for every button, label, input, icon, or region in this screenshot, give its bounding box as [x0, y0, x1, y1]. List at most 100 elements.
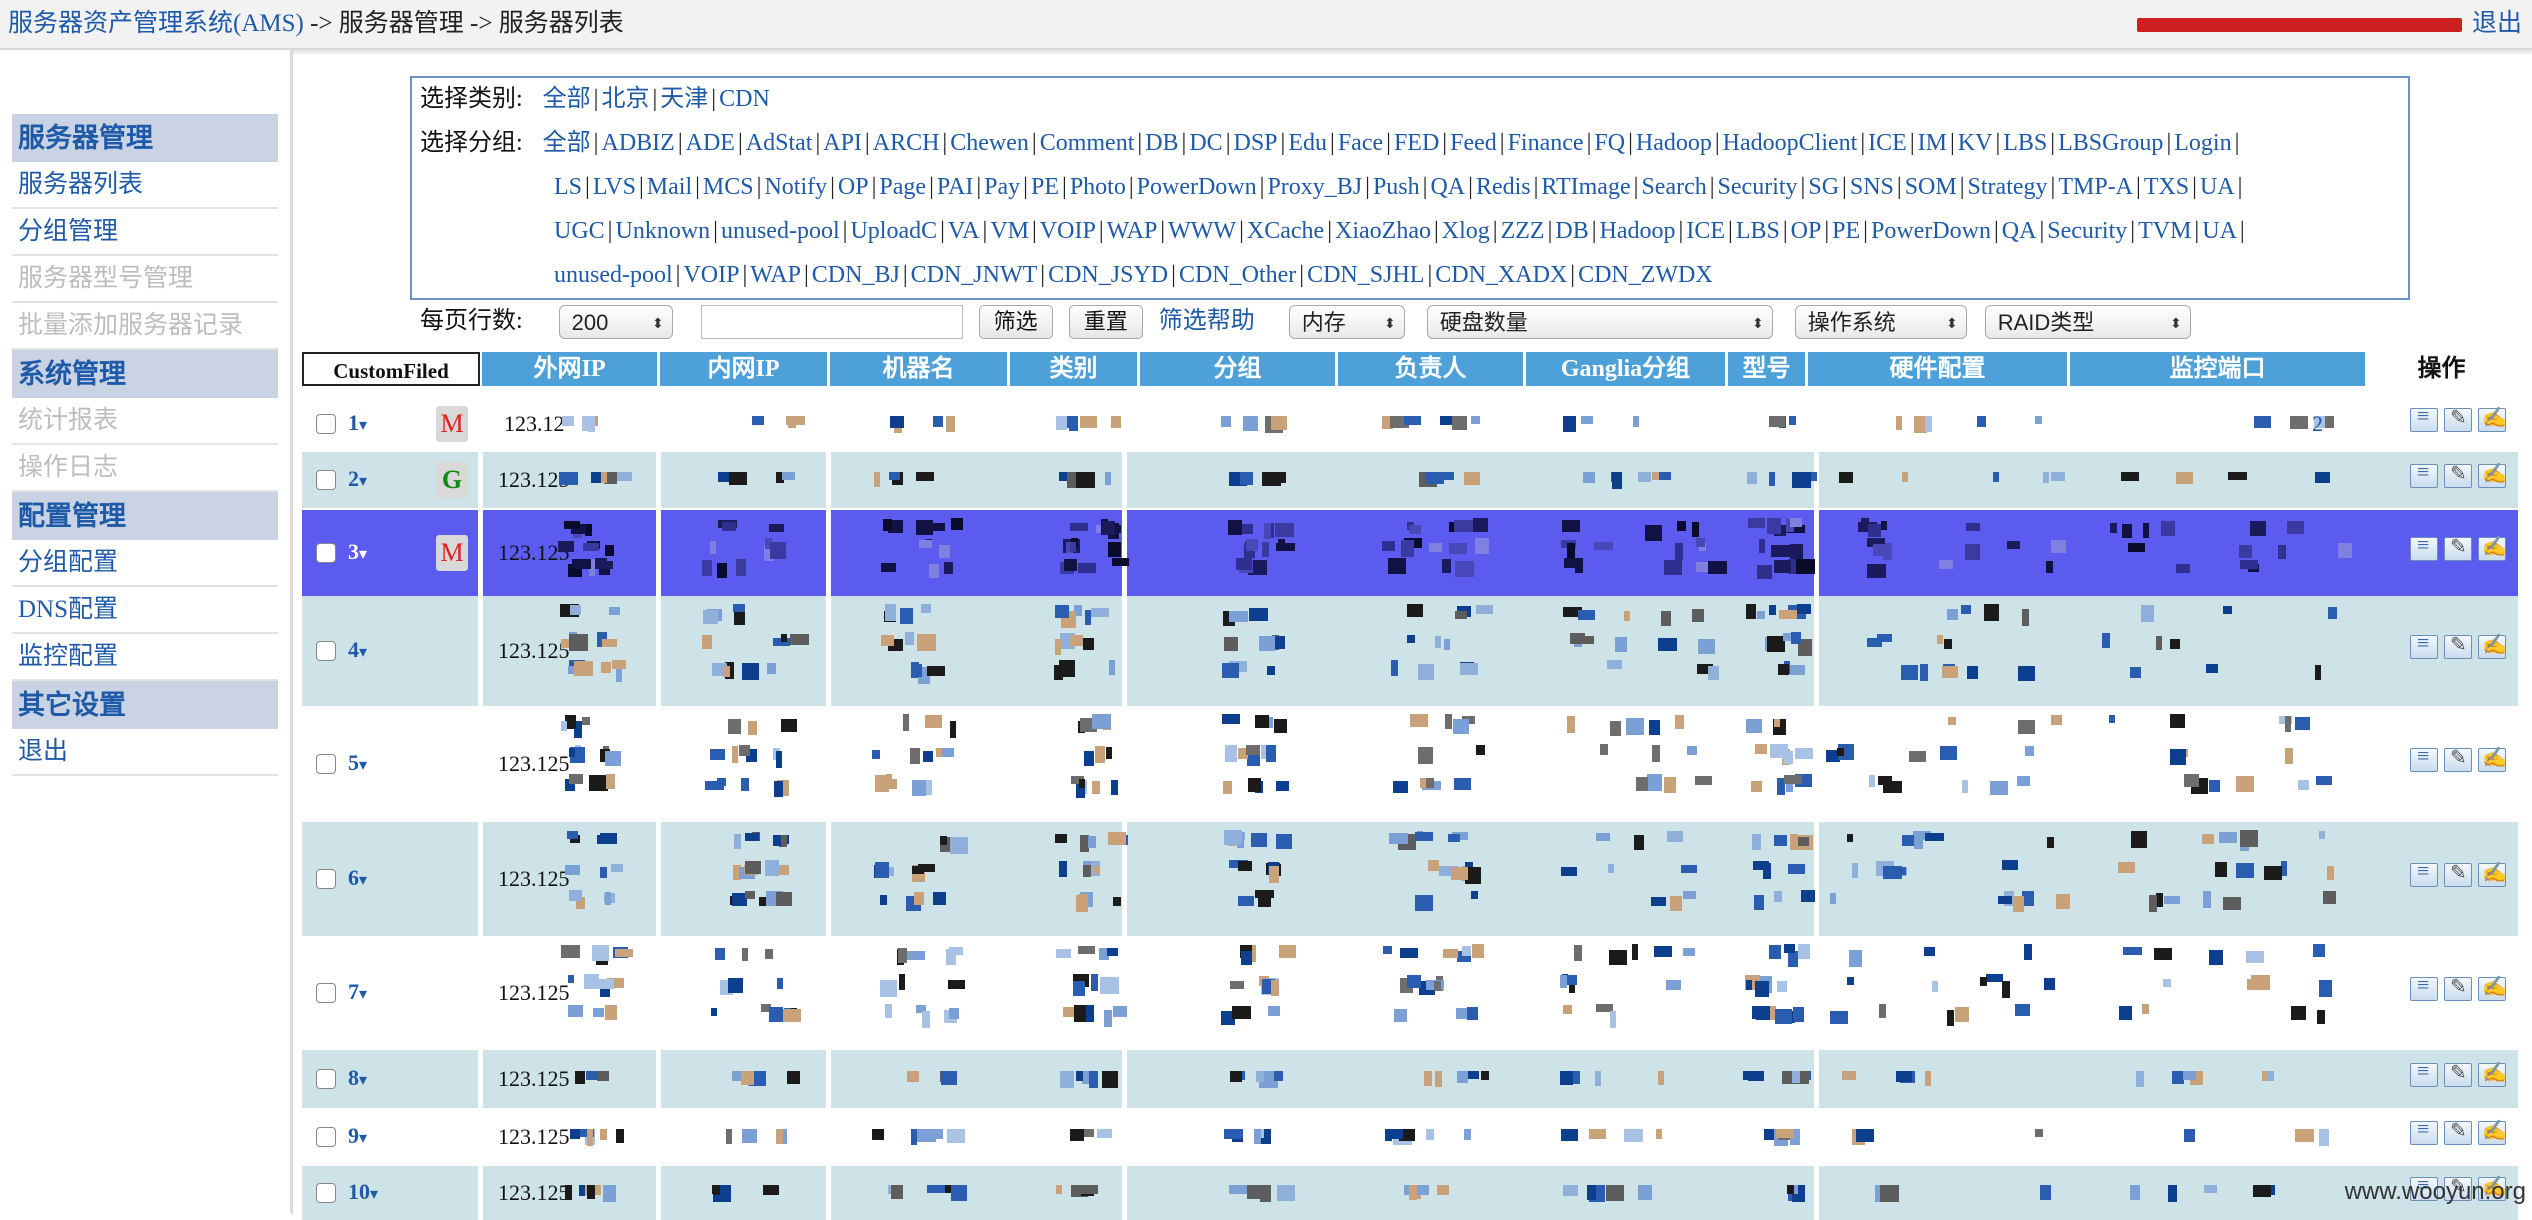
sidebar-item[interactable]: 分组配置 [12, 540, 278, 587]
column-header[interactable]: 硬件配置 [1808, 352, 2070, 386]
note-icon[interactable] [2478, 745, 2507, 772]
group-link[interactable]: Edu [1288, 130, 1327, 156]
group-link[interactable]: KV [1958, 130, 1993, 156]
group-link[interactable]: API [823, 130, 862, 156]
note-icon[interactable] [2478, 974, 2507, 1001]
group-link[interactable]: CDN_Other [1179, 262, 1296, 288]
group-link[interactable]: Xlog [1442, 218, 1490, 244]
group-link[interactable]: ICE [1868, 130, 1907, 156]
group-link[interactable]: QA [1430, 174, 1465, 200]
group-link[interactable]: Security [1718, 174, 1798, 200]
table-row[interactable]: 2▾ G 123.125 [302, 452, 2518, 508]
table-row[interactable]: 8▾ 123.125 [302, 1050, 2518, 1108]
row-checkbox[interactable] [316, 869, 336, 889]
chevron-down-icon[interactable]: ▾ [359, 986, 367, 1003]
group-link[interactable]: Mail [647, 174, 692, 200]
group-link[interactable]: PE [1031, 174, 1059, 200]
group-link[interactable]: Proxy_BJ [1267, 174, 1362, 200]
category-link[interactable]: 北京 [601, 86, 649, 112]
group-link[interactable]: Comment [1040, 130, 1135, 156]
note-icon[interactable] [2478, 632, 2507, 659]
row-number[interactable]: 5▾ [348, 750, 367, 776]
group-link[interactable]: Face [1338, 130, 1383, 156]
os-select[interactable]: 操作系统 ⬍ [1794, 305, 1967, 340]
group-link[interactable]: OP [1791, 218, 1822, 244]
group-link[interactable]: Search [1641, 174, 1706, 200]
group-link[interactable]: TXS [2144, 174, 2189, 200]
row-checkbox[interactable] [316, 1069, 336, 1089]
group-link[interactable]: Strategy [1968, 174, 2048, 200]
group-link[interactable]: UGC [554, 218, 605, 244]
group-link[interactable]: WWW [1168, 218, 1236, 244]
sidebar-item[interactable]: 服务器列表 [12, 162, 278, 209]
chevron-down-icon[interactable]: ▾ [359, 872, 367, 889]
note-icon[interactable] [2478, 405, 2507, 432]
row-checkbox[interactable] [316, 1183, 336, 1203]
table-row[interactable]: 1▾ M 123.12 2 [302, 396, 2518, 452]
group-link[interactable]: CDN_JSYD [1048, 262, 1168, 288]
edit-icon[interactable] [2444, 632, 2472, 659]
detail-icon[interactable] [2410, 1116, 2438, 1145]
row-number[interactable]: 7▾ [348, 979, 367, 1005]
group-link[interactable]: Finance [1508, 130, 1584, 156]
filter-text-input[interactable] [700, 305, 963, 340]
group-link[interactable]: QA [2002, 218, 2037, 244]
group-link[interactable]: SNS [1850, 174, 1894, 200]
group-link[interactable]: Security [2047, 218, 2127, 244]
group-link[interactable]: LS [554, 174, 582, 200]
table-row[interactable]: 10▾ 123.125 [302, 1166, 2518, 1220]
group-link[interactable]: VA [948, 218, 980, 244]
group-link[interactable]: DC [1189, 130, 1222, 156]
detail-icon[interactable] [2410, 858, 2438, 887]
edit-icon[interactable] [2444, 405, 2472, 432]
filter-help-link[interactable]: 筛选帮助 [1159, 308, 1255, 334]
chevron-down-icon[interactable]: ▾ [359, 1072, 367, 1089]
detail-icon[interactable] [2410, 972, 2438, 1001]
group-link[interactable]: UA [2200, 174, 2235, 200]
group-link[interactable]: PowerDown [1137, 174, 1257, 200]
group-link[interactable]: LVS [593, 174, 636, 200]
table-row[interactable]: 4▾ 123.125 [302, 596, 2518, 706]
sidebar-section-title[interactable]: 服务器管理 [12, 114, 278, 162]
group-link[interactable]: CDN_ZWDX [1578, 262, 1713, 288]
chevron-down-icon[interactable]: ▾ [359, 546, 367, 563]
group-link[interactable]: Redis [1476, 174, 1531, 200]
edit-icon[interactable] [2444, 1118, 2472, 1145]
group-link[interactable]: TVM [2138, 218, 2191, 244]
logout-link[interactable]: 退出 [2472, 10, 2522, 37]
group-link[interactable]: LBS [2003, 130, 2047, 156]
note-icon[interactable] [2478, 461, 2507, 488]
group-link[interactable]: PE [1832, 218, 1860, 244]
table-row[interactable]: 9▾ 123.125 [302, 1108, 2518, 1166]
group-link[interactable]: DSP [1234, 130, 1278, 156]
group-link[interactable]: unused-pool [721, 218, 840, 244]
breadcrumb-app-title[interactable]: 服务器资产管理系统(AMS) [8, 10, 304, 37]
edit-icon[interactable] [2444, 461, 2472, 488]
row-number[interactable]: 9▾ [348, 1123, 367, 1149]
column-header[interactable]: 内网IP [660, 352, 830, 386]
edit-icon[interactable] [2444, 745, 2472, 772]
group-link[interactable]: Page [879, 174, 926, 200]
group-link[interactable]: AdStat [746, 130, 813, 156]
row-checkbox[interactable] [316, 414, 336, 434]
group-link[interactable]: Chewen [950, 130, 1029, 156]
edit-icon[interactable] [2444, 860, 2472, 887]
edit-icon[interactable] [2444, 1060, 2472, 1087]
chevron-down-icon[interactable]: ▾ [370, 1186, 378, 1203]
column-header[interactable]: Ganglia分组 [1526, 352, 1728, 386]
category-link[interactable]: 全部 [543, 86, 591, 112]
group-link[interactable]: CDN_XADX [1435, 262, 1567, 288]
row-number[interactable]: 4▾ [348, 637, 367, 663]
row-number[interactable]: 6▾ [348, 865, 367, 891]
edit-icon[interactable] [2444, 974, 2472, 1001]
group-link[interactable]: ZZZ [1501, 218, 1545, 244]
group-link[interactable]: TMP-A [2058, 174, 2133, 200]
edit-icon[interactable] [2444, 534, 2472, 561]
group-link[interactable]: ADE [686, 130, 735, 156]
note-icon[interactable] [2478, 1060, 2507, 1087]
sidebar-section-title[interactable]: 其它设置 [12, 681, 278, 729]
group-link[interactable]: OP [838, 174, 869, 200]
row-checkbox[interactable] [316, 543, 336, 563]
group-link[interactable]: SG [1808, 174, 1839, 200]
row-checkbox[interactable] [316, 1127, 336, 1147]
